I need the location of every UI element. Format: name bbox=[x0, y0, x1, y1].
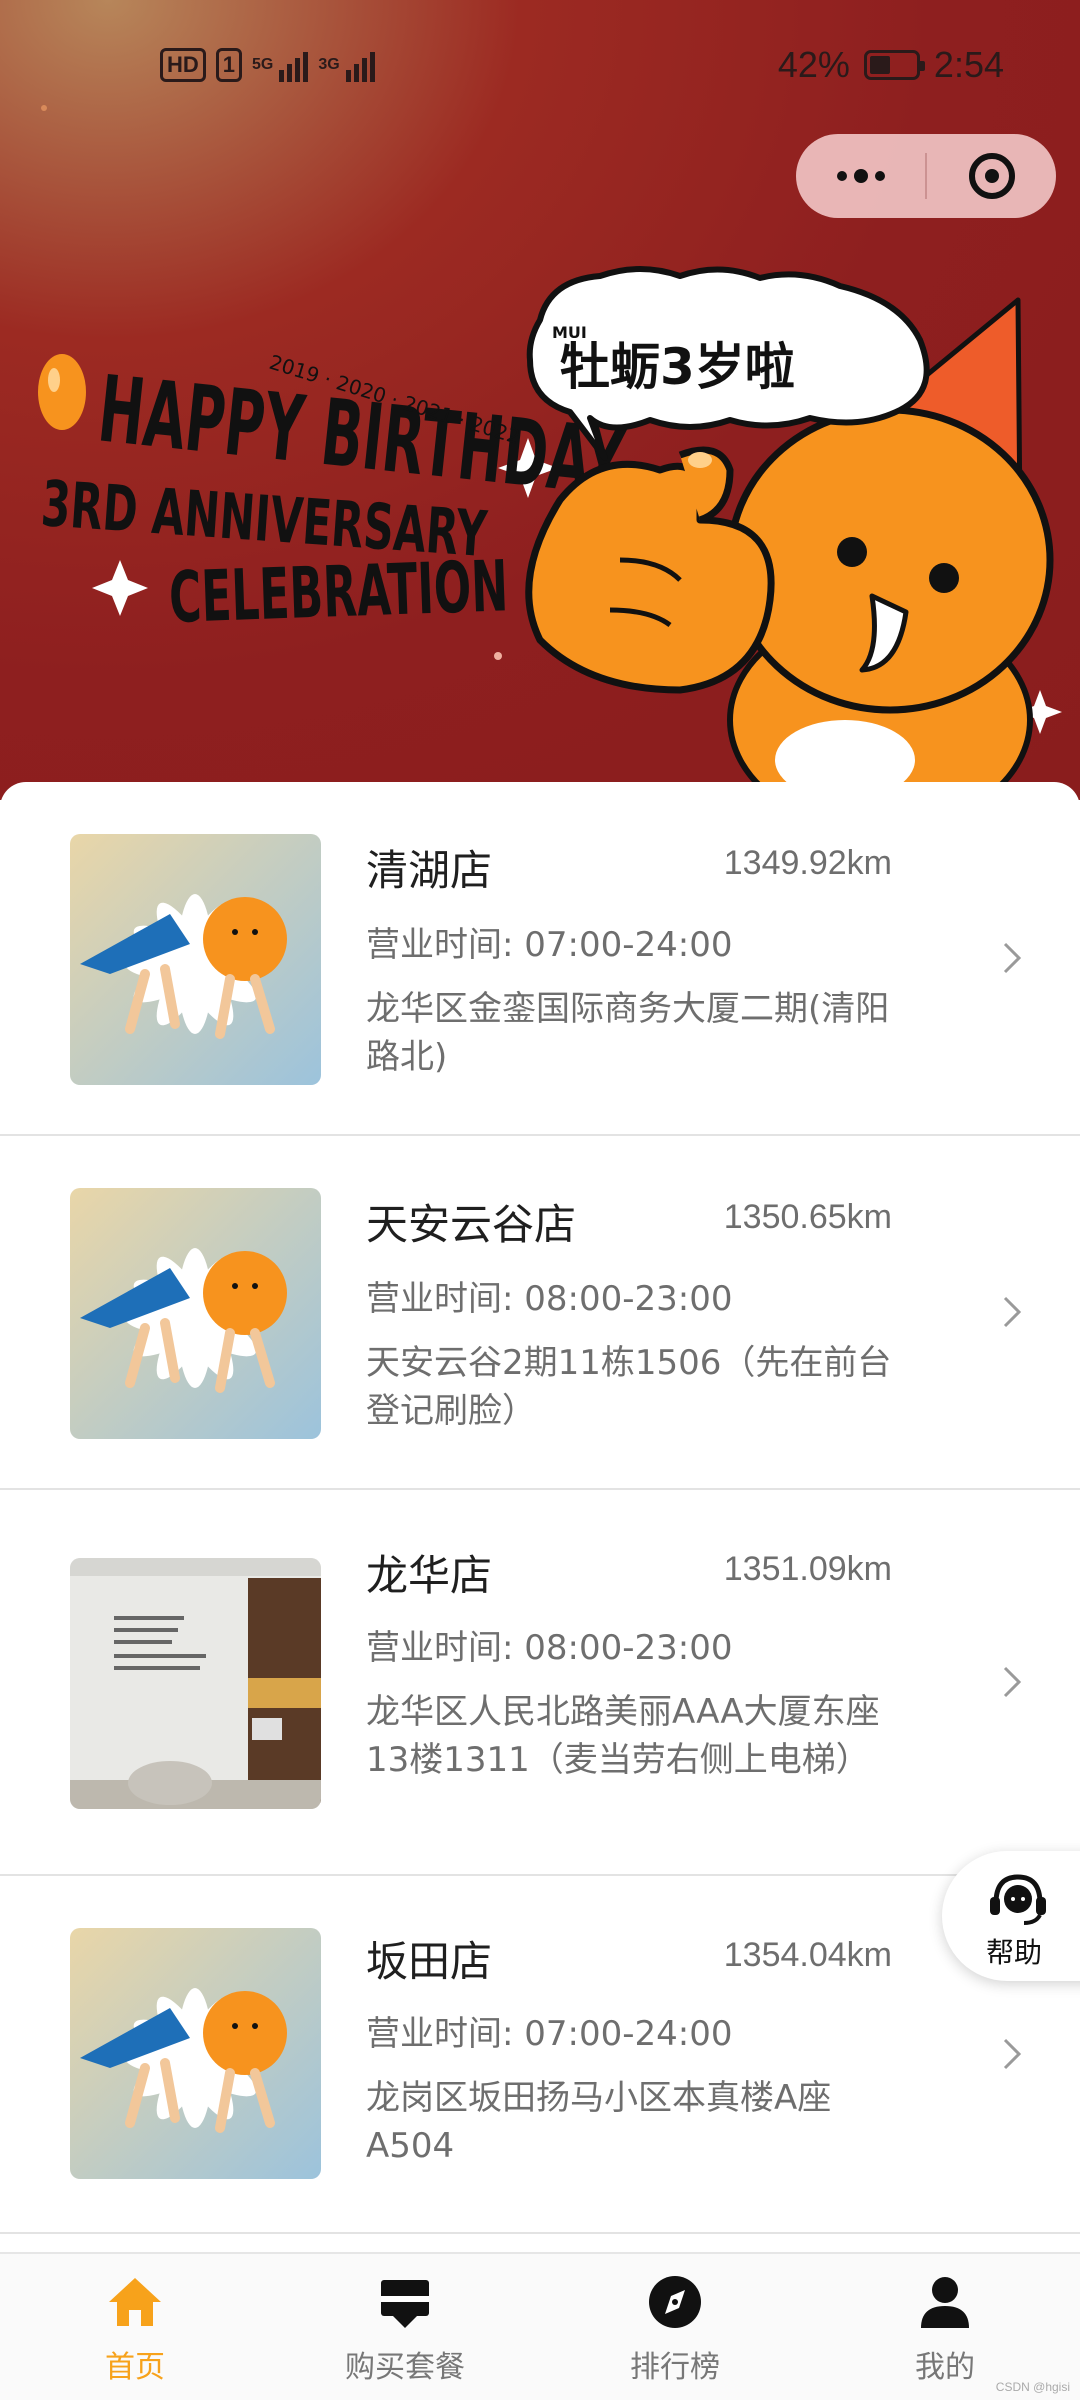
store-hours: 营业时间: 07:00-24:00 bbox=[366, 2014, 733, 2054]
chevron-right-icon bbox=[1003, 2038, 1022, 2070]
store-distance: 1354.04km bbox=[723, 1936, 892, 1974]
network-type-2: 3G bbox=[318, 56, 340, 73]
tab-label: 首页 bbox=[105, 2350, 165, 2385]
status-time: 2:54 bbox=[933, 44, 1004, 85]
status-right-group: 42% 2:54 bbox=[778, 44, 1004, 86]
store-item[interactable]: 龙华店 1351.09km 营业时间: 08:00-23:00 龙华区人民北路美… bbox=[0, 1490, 1080, 1876]
help-label: 帮助 bbox=[986, 1936, 1043, 1969]
store-name: 龙华店 bbox=[366, 1551, 493, 1600]
store-name: 坂田店 bbox=[366, 1937, 493, 1986]
tab-mine[interactable]: 我的 bbox=[810, 2254, 1080, 2400]
store-name: 清湖店 bbox=[366, 846, 493, 895]
watermark: CSDN @hgisi bbox=[995, 2380, 1070, 2394]
user-icon bbox=[921, 2277, 969, 2328]
status-bar: HD 1 5G 3G 42% 2:54 bbox=[0, 0, 1080, 140]
tab-home[interactable]: 首页 bbox=[0, 2254, 270, 2400]
store-distance: 1350.65km bbox=[723, 1198, 892, 1236]
store-distance: 1351.09km bbox=[723, 1550, 892, 1588]
battery-icon bbox=[863, 50, 925, 80]
network-type-1: 5G bbox=[252, 56, 274, 73]
store-hours: 营业时间: 07:00-24:00 bbox=[366, 925, 733, 965]
store-address: 龙岗区坂田扬马小区本真楼A座A504 bbox=[366, 2078, 832, 2166]
store-thumbnail bbox=[70, 1188, 321, 1439]
store-distance: 1349.92km bbox=[723, 844, 892, 882]
anniversary-banner[interactable]: HAPPY BIRTHDAY 3RD ANNIVERSARY CELEBRATI… bbox=[0, 0, 1080, 800]
sim-slot-badge: 1 bbox=[215, 48, 243, 82]
status-left-group: HD 1 5G 3G bbox=[160, 48, 375, 82]
store-thumbnail bbox=[70, 834, 321, 1085]
tab-buy-package[interactable]: 购买套餐 bbox=[270, 2254, 540, 2400]
store-thumbnail bbox=[70, 1558, 321, 1809]
store-thumbnail bbox=[70, 1928, 321, 2179]
chevron-right-icon bbox=[1003, 1296, 1022, 1328]
store-name: 天安云谷店 bbox=[366, 1200, 577, 1249]
signal-icon bbox=[279, 48, 309, 82]
bubble-text: 牡蛎3岁啦 bbox=[560, 338, 795, 396]
banner-headline-3: CELEBRATION bbox=[168, 545, 510, 638]
signal-icon bbox=[345, 48, 375, 82]
package-icon bbox=[381, 2280, 429, 2328]
compass-icon bbox=[649, 2276, 701, 2328]
help-button[interactable]: 帮助 bbox=[942, 1851, 1080, 1981]
tab-ranking[interactable]: 排行榜 bbox=[540, 2254, 810, 2400]
more-dots-icon bbox=[836, 169, 885, 183]
store-item[interactable]: 天安云谷店 1350.65km 营业时间: 08:00-23:00 天安云谷2期… bbox=[0, 1136, 1080, 1490]
store-list: 清湖店 1349.92km 营业时间: 07:00-24:00 龙华区金銮国际商… bbox=[0, 782, 1080, 2252]
store-address: 龙华区金銮国际商务大厦二期(清阳路北) bbox=[366, 989, 890, 1077]
store-item[interactable]: 清湖店 1349.92km 营业时间: 07:00-24:00 龙华区金銮国际商… bbox=[0, 782, 1080, 1136]
target-close-icon bbox=[968, 153, 1015, 199]
battery-percent: 42% bbox=[777, 44, 850, 85]
miniprogram-capsule bbox=[796, 134, 1056, 218]
tab-label: 我的 bbox=[915, 2350, 975, 2385]
hd-badge: HD bbox=[160, 48, 206, 82]
headset-icon bbox=[990, 1874, 1046, 1925]
tab-label: 购买套餐 bbox=[345, 2350, 465, 2385]
home-icon bbox=[109, 2278, 161, 2326]
bottom-tab-bar: 首页 购买套餐 排行榜 我的 CSDN @hgisi bbox=[0, 2252, 1080, 2400]
store-item[interactable]: 坂田店 1354.04km 营业时间: 07:00-24:00 龙岗区坂田扬马小… bbox=[0, 1876, 1080, 2234]
store-hours: 营业时间: 08:00-23:00 bbox=[366, 1279, 733, 1319]
more-button[interactable] bbox=[796, 134, 925, 218]
chevron-right-icon bbox=[1003, 1666, 1022, 1698]
store-hours: 营业时间: 08:00-23:00 bbox=[366, 1628, 733, 1668]
store-address: 龙华区人民北路美丽AAA大厦东座13楼1311（麦当劳右侧上电梯） bbox=[366, 1692, 880, 1780]
tab-label: 排行榜 bbox=[630, 2350, 720, 2385]
store-address: 天安云谷2期11栋1506（先在前台登记刷脸） bbox=[366, 1343, 892, 1431]
close-miniprogram-button[interactable] bbox=[927, 134, 1056, 218]
chevron-right-icon bbox=[1003, 942, 1022, 974]
